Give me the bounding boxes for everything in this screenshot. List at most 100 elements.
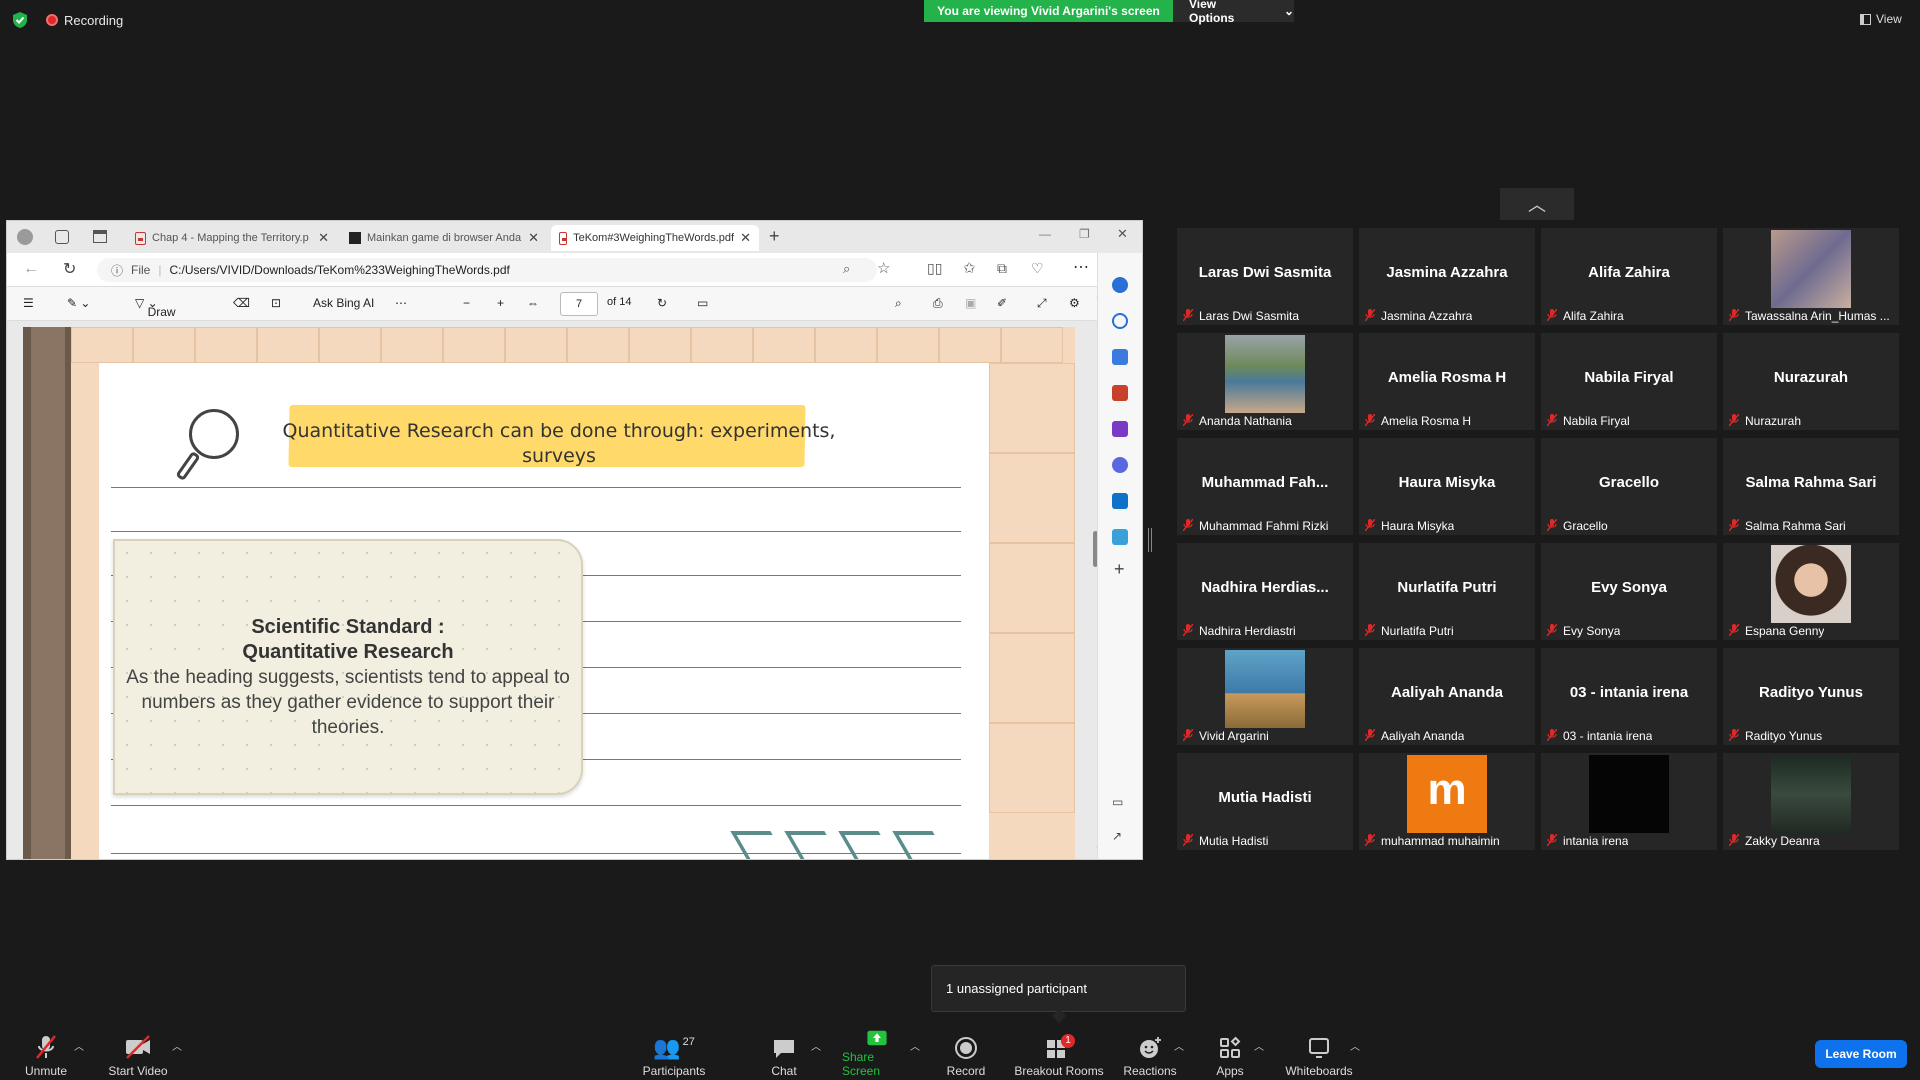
favorite-star-icon[interactable]: ☆: [877, 259, 890, 277]
participant-tile[interactable]: Nadhira Herdias... Nadhira Herdiastri: [1177, 543, 1353, 640]
save-as-icon[interactable]: ✐: [997, 296, 1007, 310]
pdf-settings-icon[interactable]: ⚙: [1069, 296, 1080, 310]
highlight-icon[interactable]: ✎ ⌄: [67, 296, 90, 310]
pdf-viewer[interactable]: Quantitative Research can be done throug…: [7, 321, 1097, 859]
drop-icon[interactable]: [1112, 529, 1128, 545]
security-shield-icon[interactable]: [12, 11, 28, 29]
add-sidebar-app-icon[interactable]: +: [1114, 559, 1125, 580]
breakout-rooms-button[interactable]: 1 Breakout Rooms: [1014, 1030, 1104, 1078]
apps-options-caret[interactable]: ︿: [1254, 1038, 1264, 1053]
panel-splitter[interactable]: [1148, 528, 1152, 552]
profile-icon[interactable]: [17, 229, 33, 245]
participant-tile[interactable]: Nurlatifa Putri Nurlatifa Putri: [1359, 543, 1535, 640]
leave-room-button[interactable]: Leave Room: [1815, 1040, 1907, 1068]
close-icon[interactable]: ✕: [740, 230, 751, 246]
ask-bing-button[interactable]: Ask Bing AI: [313, 296, 374, 310]
tab-game[interactable]: Mainkan game di browser Anda ✕: [341, 225, 547, 251]
sidebar-search-icon[interactable]: [1112, 313, 1128, 329]
games-icon[interactable]: [1112, 421, 1128, 437]
copilot-icon[interactable]: [1112, 457, 1128, 473]
participant-tile[interactable]: Laras Dwi Sasmita Laras Dwi Sasmita: [1177, 228, 1353, 325]
chat-button[interactable]: Chat: [770, 1030, 798, 1078]
more-icon[interactable]: ⋯: [1073, 257, 1089, 277]
sidebar-layout-icon[interactable]: ▭: [1112, 795, 1123, 809]
recording-label[interactable]: Recording: [64, 13, 123, 28]
open-external-icon[interactable]: ↗: [1112, 829, 1122, 843]
participant-tile[interactable]: Jasmina Azzahra Jasmina Azzahra: [1359, 228, 1535, 325]
zoom-icon[interactable]: ⌕: [843, 261, 850, 277]
refresh-icon[interactable]: ↻: [63, 259, 76, 279]
participant-tile[interactable]: Haura Misyka Haura Misyka: [1359, 438, 1535, 535]
participant-tile[interactable]: intania irena: [1541, 753, 1717, 850]
close-icon[interactable]: ✕: [318, 230, 329, 246]
participant-tile[interactable]: Tawassalna Arin_Humas ...: [1723, 228, 1899, 325]
chevron-up-icon[interactable]: ︿: [1500, 188, 1574, 220]
participant-tile[interactable]: Mutia Hadisti Mutia Hadisti: [1177, 753, 1353, 850]
participant-tile[interactable]: Evy Sonya Evy Sonya: [1541, 543, 1717, 640]
search-icon[interactable]: ⌕: [895, 296, 902, 311]
view-options-button[interactable]: View Options ⌄: [1173, 0, 1294, 25]
participant-tile[interactable]: Aaliyah Ananda Aaliyah Ananda: [1359, 648, 1535, 745]
participants-button[interactable]: 👥 27 Participants: [640, 1030, 708, 1079]
record-button[interactable]: Record: [944, 1030, 988, 1078]
tools-icon[interactable]: [1112, 385, 1128, 401]
participant-tile[interactable]: Muhammad Fah... Muhammad Fahmi Rizki: [1177, 438, 1353, 535]
fullscreen-icon[interactable]: ⤢: [1037, 296, 1047, 311]
participant-tile[interactable]: Radityo Yunus Radityo Yunus: [1723, 648, 1899, 745]
address-field[interactable]: ⓘ File | C:/Users/VIVID/Downloads/TeKom%…: [97, 258, 877, 282]
tab-chap4[interactable]: Chap 4 - Mapping the Territory.p ✕: [127, 225, 337, 251]
start-video-button[interactable]: Start Video: [106, 1030, 170, 1078]
participant-tile[interactable]: Salma Rahma Sari Salma Rahma Sari: [1723, 438, 1899, 535]
erase-icon[interactable]: ⌫: [233, 296, 250, 310]
close-icon[interactable]: ✕: [528, 230, 539, 246]
reading-view-icon[interactable]: ▯▯: [927, 260, 942, 277]
whiteboards-options-caret[interactable]: ︿: [1350, 1038, 1360, 1053]
page-number-input[interactable]: 7: [560, 292, 598, 316]
collections-icon[interactable]: ⧉: [997, 260, 1007, 277]
new-tab-icon[interactable]: +: [769, 226, 780, 247]
minimize-icon[interactable]: —: [1039, 227, 1051, 241]
reactions-options-caret[interactable]: ︿: [1174, 1038, 1184, 1053]
share-options-caret[interactable]: ︿: [910, 1038, 920, 1053]
participant-tile[interactable]: Alifa Zahira Alifa Zahira: [1541, 228, 1717, 325]
chat-options-caret[interactable]: ︿: [811, 1038, 821, 1053]
contents-icon[interactable]: ☰: [23, 296, 34, 310]
participant-tile[interactable]: Ananda Nathania: [1177, 333, 1353, 430]
notifications-icon[interactable]: [1112, 277, 1128, 293]
outlook-icon[interactable]: [1112, 493, 1128, 509]
favorites-icon[interactable]: ✩: [963, 259, 976, 277]
shopping-icon[interactable]: [1112, 349, 1128, 365]
shared-screen[interactable]: Chap 4 - Mapping the Territory.p ✕ Maink…: [6, 220, 1143, 860]
back-icon[interactable]: ←: [23, 260, 39, 278]
text-icon[interactable]: ⊡: [271, 296, 281, 310]
participant-tile[interactable]: Amelia Rosma H Amelia Rosma H: [1359, 333, 1535, 430]
restore-icon[interactable]: ❐: [1079, 227, 1090, 241]
participant-tile[interactable]: Espana Genny: [1723, 543, 1899, 640]
more-tools-icon[interactable]: ⋯: [395, 296, 407, 310]
rotate-icon[interactable]: ↻: [657, 296, 667, 310]
video-options-caret[interactable]: ︿: [172, 1038, 182, 1053]
zoom-in-icon[interactable]: +: [497, 296, 504, 310]
audio-options-caret[interactable]: ︿: [74, 1038, 84, 1053]
reactions-button[interactable]: Reactions: [1120, 1030, 1180, 1078]
apps-button[interactable]: Apps: [1210, 1030, 1250, 1078]
tab-actions-icon[interactable]: [93, 230, 107, 243]
unassigned-participant-tooltip[interactable]: 1 unassigned participant: [931, 965, 1186, 1012]
save-icon[interactable]: ▣: [965, 296, 976, 310]
tab-tekom-pdf[interactable]: TeKom#3WeighingTheWords.pdf ✕: [551, 225, 759, 251]
zoom-out-icon[interactable]: −: [463, 296, 470, 310]
workspaces-icon[interactable]: [55, 230, 69, 244]
whiteboards-button[interactable]: Whiteboards: [1284, 1030, 1354, 1078]
participant-tile[interactable]: Nabila Firyal Nabila Firyal: [1541, 333, 1717, 430]
participant-tile[interactable]: Gracello Gracello: [1541, 438, 1717, 535]
fit-page-icon[interactable]: ⇔: [527, 296, 539, 310]
browser-essentials-icon[interactable]: ♡: [1031, 260, 1044, 277]
draw-button[interactable]: ▽ Draw ⌄: [135, 296, 176, 319]
close-window-icon[interactable]: ✕: [1117, 226, 1128, 242]
view-button[interactable]: View: [1860, 12, 1902, 26]
page-view-icon[interactable]: ▭: [697, 296, 708, 310]
participant-tile[interactable]: Nurazurah Nurazurah: [1723, 333, 1899, 430]
unmute-button[interactable]: Unmute: [22, 1030, 70, 1078]
share-screen-button[interactable]: Share Screen: [842, 1030, 912, 1078]
participant-tile[interactable]: Vivid Argarini: [1177, 648, 1353, 745]
